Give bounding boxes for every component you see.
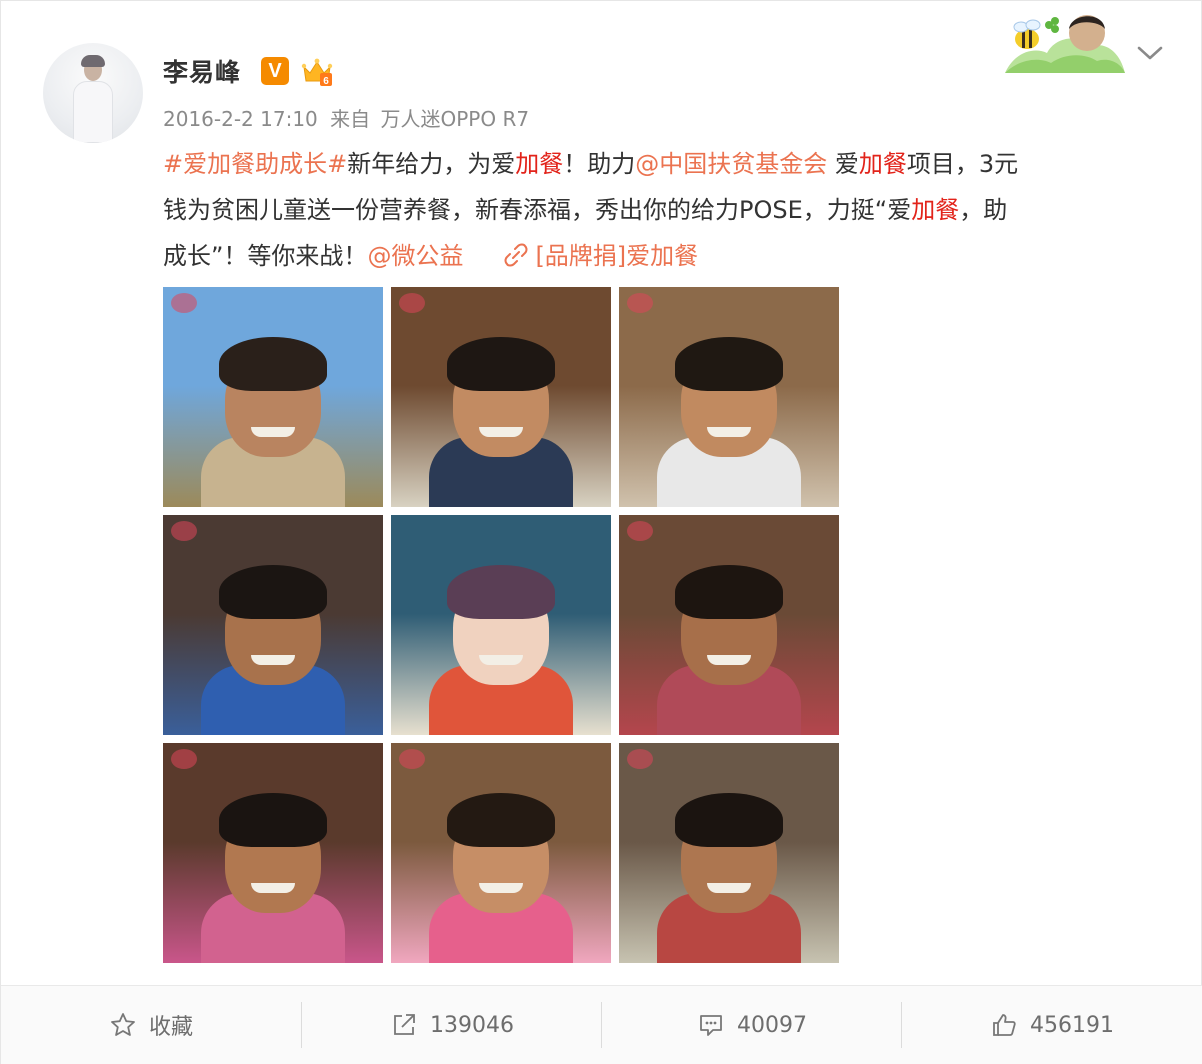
photo-boy-holding-milk[interactable] [163, 287, 383, 507]
photo-boy-peace-sign[interactable] [619, 515, 839, 735]
post-text-line-1: #爱加餐助成长#新年给力，为爱加餐！助力@中国扶贫基金会 爱加餐项目，3元 [163, 141, 1153, 187]
photo-two-girls-heart[interactable] [163, 743, 383, 963]
action-bar: 收藏 139046 40097 456191 [1, 985, 1202, 1064]
post-source[interactable]: 万人迷OPPO R7 [381, 107, 530, 131]
post-text-fragment: 爱 [827, 150, 859, 178]
post-text-fragment: ！助力 [563, 150, 636, 178]
photo-boy-classroom[interactable] [619, 287, 839, 507]
link-icon[interactable] [503, 242, 529, 268]
poster-ai-jia-can[interactable] [391, 515, 611, 735]
favorite-button[interactable]: 收藏 [1, 986, 301, 1064]
photo-boy-with-book[interactable] [619, 743, 839, 963]
photo-girl-smiling-desk[interactable] [391, 287, 611, 507]
mention-link[interactable]: @微公益 [367, 242, 463, 270]
foundation-logo-icon [171, 293, 197, 313]
chevron-down-icon[interactable] [1135, 41, 1165, 65]
post-text-fragment: 项目，3元 [906, 150, 1019, 178]
source-prefix: 来自 [330, 107, 371, 131]
verified-badge-icon: V [261, 57, 289, 85]
post-text-fragment: 成长”！等你来战！ [163, 242, 368, 270]
post-text-fragment: 新年给力，为爱 [347, 150, 516, 178]
brand-donation-link[interactable]: [品牌捐]爱加餐 [535, 242, 698, 270]
photo-girl-with-book[interactable] [391, 743, 611, 963]
like-count: 456191 [1030, 1012, 1114, 1038]
share-icon [394, 1014, 415, 1035]
repost-button[interactable]: 139046 [302, 986, 602, 1064]
keyword-highlight: 加餐 [858, 150, 907, 178]
image-grid [163, 287, 839, 963]
avatar[interactable] [43, 43, 143, 143]
comment-count: 40097 [737, 1012, 807, 1038]
post-timestamp[interactable]: 2016-2-2 17:10 [163, 107, 318, 131]
hashtag-link[interactable]: #爱加餐助成长# [163, 150, 347, 178]
foundation-logo-icon [627, 521, 653, 541]
foundation-logo-icon [171, 749, 197, 769]
keyword-highlight: 加餐 [911, 196, 960, 224]
member-crown-icon[interactable]: 6 [301, 57, 333, 87]
comment-icon [700, 1015, 722, 1036]
weibo-post-card: 李易峰 V 6 2016-2-2 17:10 来自 万人迷OPPO R7 #爱加… [0, 0, 1202, 1064]
thumbs-up-icon [993, 1014, 1016, 1036]
post-text: #爱加餐助成长#新年给力，为爱加餐！助力@中国扶贫基金会 爱加餐项目，3元 钱为… [163, 141, 1153, 279]
mention-link[interactable]: @中国扶贫基金会 [635, 150, 827, 178]
foundation-logo-icon [399, 293, 425, 313]
like-button[interactable]: 456191 [902, 986, 1202, 1064]
foundation-logo-icon [399, 749, 425, 769]
post-text-line-3: 成长”！等你来战！@微公益 [品牌捐]爱加餐 [163, 233, 1153, 279]
keyword-highlight: 加餐 [515, 150, 564, 178]
foundation-logo-icon [627, 749, 653, 769]
foundation-logo-icon [171, 521, 197, 541]
post-text-fragment: 钱为贫困儿童送一份营养餐，新春添福，秀出你的给力POSE，力挺“爱 [163, 196, 912, 224]
post-text-line-2: 钱为贫困儿童送一份营养餐，新春添福，秀出你的给力POSE，力挺“爱加餐，助 [163, 187, 1153, 233]
favorite-label: 收藏 [148, 1015, 193, 1040]
repost-count: 139046 [430, 1012, 514, 1038]
photo-boy-with-bowl[interactable] [163, 515, 383, 735]
bee-decoration-icon [1005, 15, 1125, 73]
post-meta: 2016-2-2 17:10 来自 万人迷OPPO R7 [163, 103, 529, 132]
svg-text:6: 6 [323, 76, 329, 87]
star-icon [111, 1013, 135, 1036]
foundation-logo-icon [627, 293, 653, 313]
comment-button[interactable]: 40097 [602, 986, 902, 1064]
user-name[interactable]: 李易峰 [163, 53, 241, 89]
post-text-fragment: ，助 [959, 196, 1008, 224]
